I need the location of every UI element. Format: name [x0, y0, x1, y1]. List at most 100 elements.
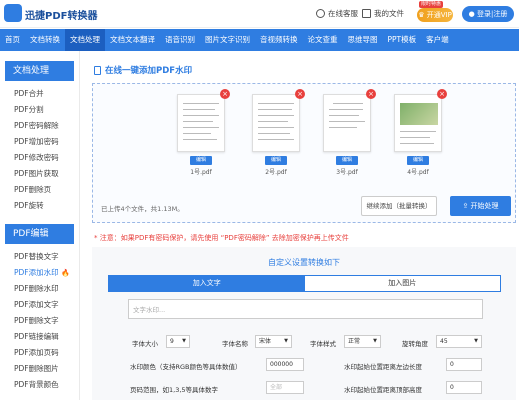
- close-icon[interactable]: ×: [295, 89, 305, 99]
- nav-item-translate[interactable]: 文档文本翻译: [105, 29, 160, 51]
- password-notice: * 注意：如果PDF有密码保护，请先使用 “PDF密码解除” 去除加密保护再上传…: [94, 234, 349, 242]
- sidebar-item-pdf-replace-text[interactable]: PDF替换文字: [0, 249, 79, 265]
- nav-item-client[interactable]: 客户端: [421, 29, 454, 51]
- nav-item-av[interactable]: 音视频转换: [255, 29, 303, 51]
- app-name[interactable]: 迅捷PDF转换器: [25, 7, 97, 22]
- logo-icon[interactable]: [4, 4, 22, 22]
- file-thumbnail: × 编辑 4号.pdf: [394, 89, 447, 176]
- sidebar-item-pdf-add-page-number[interactable]: PDF添加页码: [0, 345, 79, 361]
- sidebar-section-pdf-edit[interactable]: PDF编辑: [5, 224, 74, 244]
- fire-icon: 🔥: [61, 269, 70, 277]
- font-options-row: 字体大小 9 ▼ 字体名称 宋体 ▼ 字体样式 正常 ▼ 旋转角度 45 ▼: [92, 335, 516, 349]
- color-label: 水印颜色（支持RGB颜色等具体数值）: [130, 363, 242, 371]
- font-style-select[interactable]: 正常 ▼: [344, 335, 381, 348]
- watermark-type-tabs: 加入文字 加入图片: [108, 275, 501, 292]
- close-icon[interactable]: ×: [437, 89, 447, 99]
- sidebar-item-pdf-delete-text[interactable]: PDF删除文字: [0, 313, 79, 329]
- sidebar-item-pdf-delete-page[interactable]: PDF删除页: [0, 182, 79, 198]
- sidebar-item-pdf-add-password[interactable]: PDF增加密码: [0, 134, 79, 150]
- chevron-down-icon: ▼: [284, 338, 288, 344]
- user-icon: ●: [468, 10, 475, 18]
- login-button[interactable]: ● 登录|注册: [462, 6, 514, 22]
- nav-item-speech[interactable]: 语音识别: [160, 29, 200, 51]
- font-size-value: 9: [170, 338, 174, 345]
- sidebar-item-pdf-add-watermark[interactable]: PDF添加水印 🔥: [0, 265, 79, 281]
- font-name-label: 字体名称: [222, 340, 248, 348]
- sidebar-item-pdf-split[interactable]: PDF分割: [0, 102, 79, 118]
- upload-icon: ⇪: [462, 202, 469, 210]
- sidebar-item-pdf-merge[interactable]: PDF合并: [0, 86, 79, 102]
- photo-thumbnail: [400, 103, 438, 125]
- nav-item-ppt[interactable]: PPT模板: [383, 29, 422, 51]
- nav-item-paper-check[interactable]: 论文查重: [303, 29, 343, 51]
- start-process-button[interactable]: ⇪ 开始处理: [450, 196, 511, 216]
- top-margin-input[interactable]: 0: [446, 381, 482, 394]
- upload-status: 已上传4个文件，共1.13M。: [101, 205, 184, 213]
- edit-button[interactable]: 编辑: [190, 156, 212, 165]
- color-input[interactable]: 000000: [266, 358, 304, 371]
- left-margin-label: 水印起始位置距离左边长度: [344, 363, 422, 371]
- page-title-text: 在线一键添加PDF水印: [105, 66, 193, 76]
- nav-item-mindmap[interactable]: 思维导图: [343, 29, 383, 51]
- chevron-down-icon: ▼: [474, 338, 478, 344]
- nav-item-doc-process[interactable]: 文档处理: [65, 29, 105, 51]
- pdf-page-preview[interactable]: [252, 94, 300, 152]
- my-files-link[interactable]: 我的文件: [362, 8, 404, 19]
- font-size-select[interactable]: 9 ▼: [166, 335, 190, 348]
- rotation-select[interactable]: 45 ▼: [436, 335, 482, 348]
- watermark-text-input[interactable]: 文字水印...: [128, 299, 483, 319]
- close-icon[interactable]: ×: [220, 89, 230, 99]
- nav-item-home[interactable]: 首页: [0, 29, 25, 51]
- page-range-label: 页码范围，如1,3,5等具体数字: [130, 386, 219, 394]
- sidebar-item-pdf-change-password[interactable]: PDF修改密码: [0, 150, 79, 166]
- font-style-value: 正常: [348, 338, 361, 345]
- file-name: 3号.pdf: [336, 169, 358, 176]
- online-service-link[interactable]: 在线客服: [316, 8, 358, 19]
- main-content: 在线一键添加PDF水印 × 编辑 1号.pdf × 编辑 2号.pdf × 编辑…: [88, 51, 519, 400]
- start-label: 开始处理: [470, 202, 499, 210]
- page-range-row: 页码范围，如1,3,5等具体数字 全部 水印起始位置距离顶部高度 0: [92, 381, 516, 395]
- file-icon: [94, 65, 101, 75]
- headset-icon: [316, 9, 325, 18]
- rotation-value: 45: [440, 338, 448, 345]
- sidebar-item-pdf-extract-images[interactable]: PDF图片获取: [0, 166, 79, 182]
- sidebar-item-pdf-rotate[interactable]: PDF旋转: [0, 198, 79, 214]
- left-margin-input[interactable]: 0: [446, 358, 482, 371]
- upload-dropzone[interactable]: × 编辑 1号.pdf × 编辑 2号.pdf × 编辑 3号.pdf × 编辑…: [92, 83, 516, 223]
- rotation-label: 旋转角度: [402, 340, 428, 348]
- edit-button[interactable]: 编辑: [265, 156, 287, 165]
- sidebar-item-pdf-add-text[interactable]: PDF添加文字: [0, 297, 79, 313]
- nav-item-ocr[interactable]: 图片文字识别: [200, 29, 255, 51]
- tab-add-image[interactable]: 加入图片: [305, 276, 501, 291]
- sidebar-item-pdf-link-edit[interactable]: PDF链接编辑: [0, 329, 79, 345]
- vip-button[interactable]: ♛ 开通VIP: [417, 8, 453, 22]
- pdf-page-preview[interactable]: [394, 94, 442, 152]
- nav-item-doc-convert[interactable]: 文档转换: [25, 29, 65, 51]
- tab-add-text[interactable]: 加入文字: [109, 276, 305, 291]
- continue-add-button[interactable]: 继续添加（批量转换）: [361, 196, 437, 216]
- sidebar-item-pdf-background-color[interactable]: PDF背景颜色: [0, 377, 79, 393]
- page-title: 在线一键添加PDF水印: [94, 64, 192, 76]
- my-files-label: 我的文件: [374, 9, 404, 18]
- sidebar-section-doc-process[interactable]: 文档处理: [5, 61, 74, 81]
- close-icon[interactable]: ×: [366, 89, 376, 99]
- sidebar: 文档处理 PDF合并 PDF分割 PDF密码解除 PDF增加密码 PDF修改密码…: [0, 51, 80, 400]
- edit-button[interactable]: 编辑: [407, 156, 429, 165]
- chevron-down-icon: ▼: [182, 338, 186, 344]
- sidebar-item-pdf-unlock[interactable]: PDF密码解除: [0, 118, 79, 134]
- file-thumbnail: × 编辑 2号.pdf: [252, 89, 305, 176]
- crown-icon: ♛: [418, 11, 425, 19]
- top-margin-label: 水印起始位置距离顶部高度: [344, 386, 422, 394]
- font-name-select[interactable]: 宋体 ▼: [255, 335, 292, 348]
- file-thumbnail: × 编辑 1号.pdf: [177, 89, 230, 176]
- file-thumbnail: × 编辑 3号.pdf: [323, 89, 376, 176]
- page-range-input[interactable]: 全部: [266, 381, 304, 394]
- login-label: 登录|注册: [476, 10, 508, 18]
- edit-button[interactable]: 编辑: [336, 156, 358, 165]
- online-service-label: 在线客服: [328, 9, 358, 18]
- pdf-page-preview[interactable]: [323, 94, 371, 152]
- pdf-page-preview[interactable]: [177, 94, 225, 152]
- sidebar-item-pdf-remove-watermark[interactable]: PDF删除水印: [0, 281, 79, 297]
- main-nav: 首页 文档转换 文档处理 文档文本翻译 语音识别 图片文字识别 音视频转换 论文…: [0, 29, 519, 51]
- sidebar-item-pdf-delete-images[interactable]: PDF删除图片: [0, 361, 79, 377]
